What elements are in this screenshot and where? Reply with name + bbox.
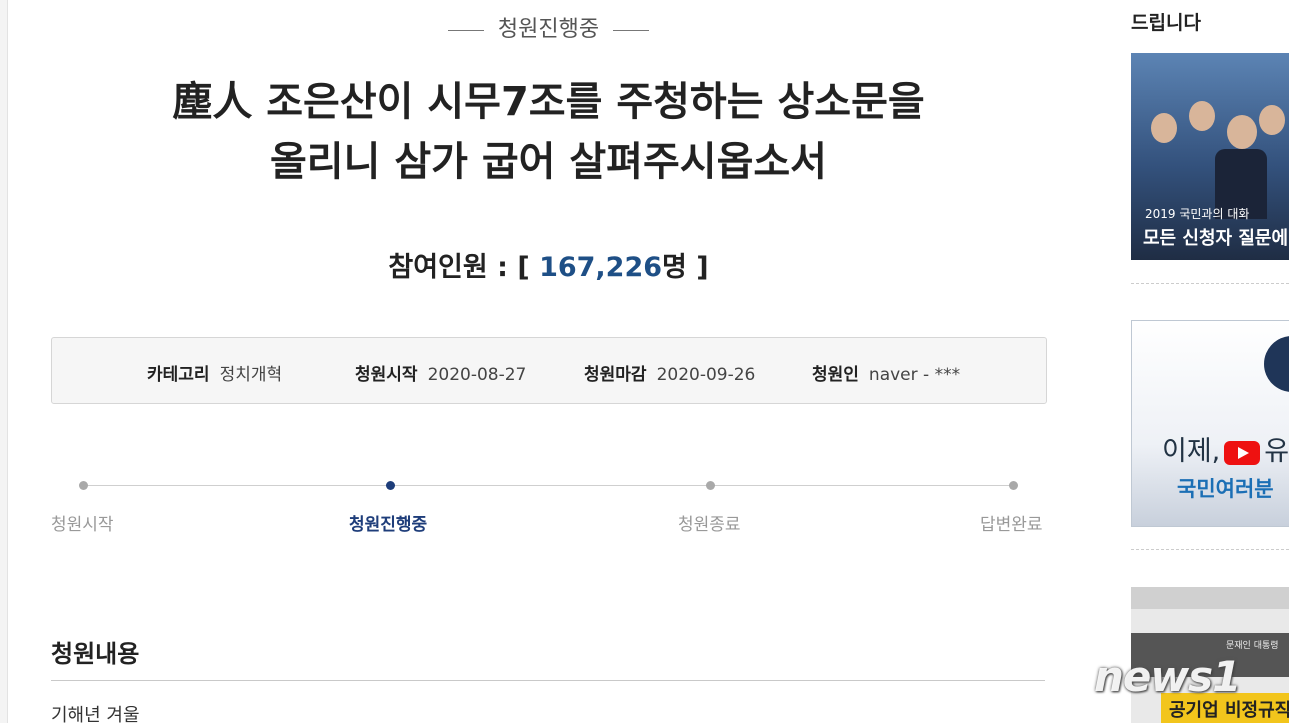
count-unit: 명 ] (662, 252, 709, 283)
step-start: 청원시작 (51, 515, 114, 535)
banner-person-figure (1151, 113, 1177, 143)
progress-dot-answered (1009, 481, 1018, 490)
end-value: 2020-09-26 (656, 365, 756, 385)
step-answered: 답변완료 (980, 515, 1043, 535)
sidebar-divider (1131, 283, 1289, 284)
petition-title-line1: 塵人 조은산이 시무7조를 주청하는 상소문을 (172, 79, 925, 125)
category-value: 정치개혁 (219, 365, 283, 385)
author-label: 청원인 (812, 365, 859, 385)
petition-info-box: 카테고리 정치개혁 청원시작 2020-08-27 청원마감 2020-09-26 청… (51, 337, 1047, 404)
banner2-headline: 이제, 유 (1162, 429, 1289, 468)
banner-person-figure (1227, 115, 1257, 149)
banner2-text-yu: 유 (1264, 436, 1289, 467)
banner1-caption-small: 2019 국민과의 대화 (1145, 207, 1250, 221)
banner1-caption-large: 모든 신청자 질문에 (1143, 228, 1289, 249)
info-start-date: 청원시작 2020-08-27 (355, 360, 526, 385)
step-ended: 청원종료 (678, 515, 741, 535)
petition-main-panel: 청원진행중 塵人 조은산이 시무7조를 주청하는 상소문을 올리니 삼가 굽어 … (7, 0, 1090, 723)
petition-title: 塵人 조은산이 시무7조를 주청하는 상소문을 올리니 삼가 굽어 살펴주시옵소… (8, 72, 1089, 192)
info-end-date: 청원마감 2020-09-26 (584, 360, 755, 385)
content-divider (51, 680, 1045, 681)
author-value: naver - *** (868, 365, 961, 385)
participant-count: 참여인원 : [ 167,226명 ] (8, 245, 1089, 284)
progress-track (83, 485, 1014, 486)
start-label: 청원시작 (355, 365, 418, 385)
start-value: 2020-08-27 (427, 365, 527, 385)
content-text: 기해년 겨울 (51, 705, 140, 723)
banner-person-figure (1189, 101, 1215, 131)
end-label: 청원마감 (584, 365, 647, 385)
banner3-top-bar (1131, 587, 1289, 609)
count-value: 167,226 (539, 252, 663, 283)
sidebar-heading: 드립니다 (1131, 12, 1201, 34)
banner3-header-text: 문재인 대통령 (1226, 641, 1279, 651)
progress-dot-ended (706, 481, 715, 490)
petition-status-text: 청원진행중 (497, 17, 600, 42)
youtube-icon (1224, 440, 1261, 465)
petition-status-header: 청원진행중 (8, 11, 1089, 43)
petition-title-line2: 올리니 삼가 굽어 살펴주시옵소서 (270, 139, 827, 185)
info-category: 카테고리 정치개혁 (147, 360, 282, 385)
status-right-line (613, 29, 650, 31)
progress-dot-ongoing (386, 481, 395, 490)
category-label: 카테고리 (147, 365, 210, 385)
info-author: 청원인 naver - *** (812, 360, 960, 385)
banner-national-dialogue[interactable]: 2019 국민과의 대화 모든 신청자 질문에 (1131, 53, 1289, 260)
sidebar: 드립니다 2019 국민과의 대화 모든 신청자 질문에 이제, 유 국민여러분 … (1089, 0, 1289, 723)
step-ongoing: 청원진행중 (349, 515, 428, 535)
count-label: 참여인원 : [ (388, 252, 530, 283)
sidebar-divider (1131, 549, 1289, 550)
news1-watermark-logo: news1 (1094, 652, 1241, 701)
content-section-title: 청원내용 (51, 640, 140, 668)
banner2-text-now: 이제, (1162, 436, 1221, 467)
banner-youtube[interactable]: 이제, 유 국민여러분 (1131, 320, 1289, 527)
banner-person-figure (1259, 105, 1285, 135)
banner2-circle-logo (1264, 336, 1289, 392)
progress-dot-start (79, 481, 88, 490)
banner2-subtext: 국민여러분 (1177, 477, 1274, 501)
status-left-line (447, 29, 484, 31)
